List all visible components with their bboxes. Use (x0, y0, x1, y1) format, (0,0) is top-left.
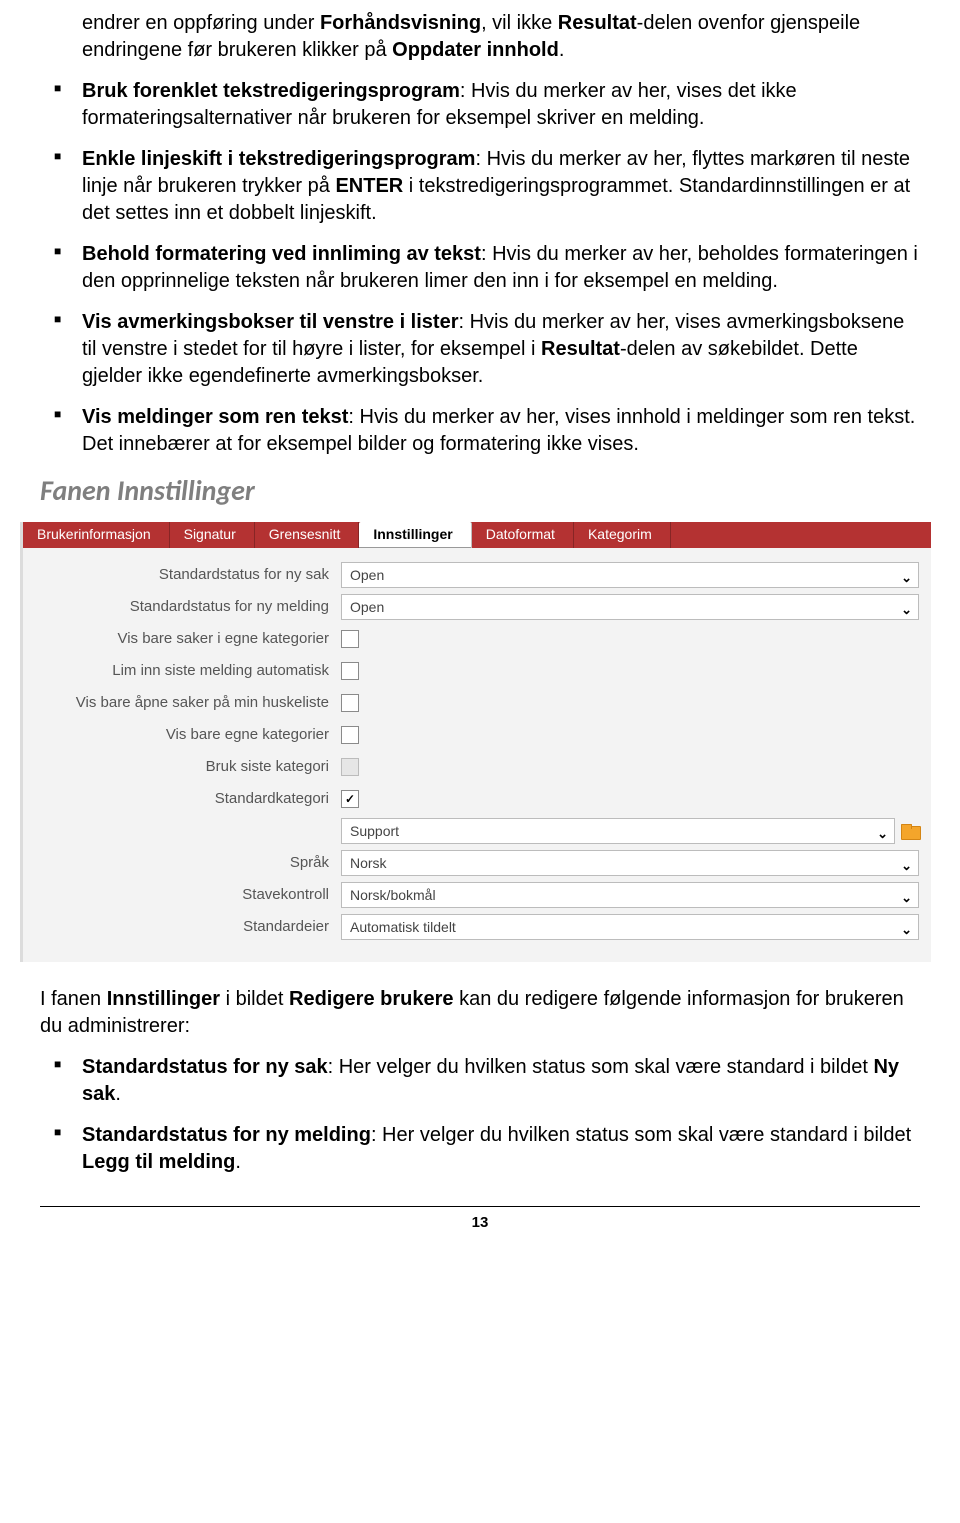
intro-after-ui: I fanen Innstillinger i bildet Redigere … (40, 986, 920, 1040)
list-item: Standardstatus for ny sak: Her velger du… (40, 1054, 920, 1108)
text-bold: Vis meldinger som ren tekst (82, 406, 348, 428)
select-standardeier[interactable]: Automatisk tildelt ⌄ (341, 914, 919, 940)
label: Vis bare saker i egne kategorier (23, 629, 341, 649)
text-bold: Enkle linjeskift i tekstredigeringsprogr… (82, 148, 475, 170)
text-bold: Redigere brukere (289, 988, 454, 1010)
row-vis-egne-kategorier: Vis bare egne kategorier (23, 720, 925, 750)
label: Standardeier (23, 917, 341, 937)
text-bold: Vis avmerkingsbokser til venstre i liste… (82, 311, 458, 333)
select-value: Open (350, 567, 384, 583)
row-standardstatus-melding: Standardstatus for ny melding Open ⌄ (23, 592, 925, 622)
text-bold: Behold formatering ved innliming av teks… (82, 243, 481, 265)
tabs-bar: Brukerinformasjon Signatur Grensesnitt I… (23, 522, 931, 548)
select-standardstatus-melding[interactable]: Open ⌄ (341, 594, 919, 620)
chevron-down-icon: ⌄ (901, 921, 912, 939)
settings-ui-screenshot: Brukerinformasjon Signatur Grensesnitt I… (20, 522, 931, 962)
text-bold: Innstillinger (107, 988, 220, 1010)
text: . (559, 39, 565, 61)
select-value: Support (350, 823, 399, 839)
select-value: Automatisk tildelt (350, 919, 456, 935)
chevron-down-icon: ⌄ (901, 889, 912, 907)
checkbox-disabled (341, 758, 359, 776)
text: : Her velger du hvilken status som skal … (371, 1124, 911, 1146)
tab-innstillinger[interactable]: Innstillinger (359, 522, 471, 548)
bullet-list-top: Bruk forenklet tekstredigeringsprogram: … (40, 78, 920, 458)
select-value: Norsk/bokmål (350, 887, 436, 903)
list-item: Enkle linjeskift i tekstredigeringsprogr… (40, 146, 920, 227)
select-sprak[interactable]: Norsk ⌄ (341, 850, 919, 876)
label: Lim inn siste melding automatisk (23, 661, 341, 681)
text-bold: Bruk forenklet tekstredigeringsprogram (82, 80, 460, 102)
settings-body: Standardstatus for ny sak Open ⌄ Standar… (23, 548, 931, 962)
text-bold: Resultat (558, 12, 637, 34)
list-item: Behold formatering ved innliming av teks… (40, 241, 920, 295)
row-standardkategori: Standardkategori (23, 784, 925, 814)
intro-continuation: endrer en oppføring under Forhåndsvisnin… (40, 10, 920, 64)
select-value: Open (350, 599, 384, 615)
text: : Her velger du hvilken status som skal … (328, 1056, 874, 1078)
page-number: 13 (40, 1206, 920, 1233)
select-standardstatus-sak[interactable]: Open ⌄ (341, 562, 919, 588)
select-kategori[interactable]: Support ⌄ (341, 818, 895, 844)
label: Vis bare egne kategorier (23, 725, 341, 745)
list-item: Vis avmerkingsbokser til venstre i liste… (40, 309, 920, 390)
row-bruk-siste-kategori: Bruk siste kategori (23, 752, 925, 782)
chevron-down-icon: ⌄ (901, 569, 912, 587)
row-vis-egne-kategorier-saker: Vis bare saker i egne kategorier (23, 624, 925, 654)
bullet-list-bottom: Standardstatus for ny sak: Her velger du… (40, 1054, 920, 1176)
text-bold: Standardstatus for ny sak (82, 1056, 328, 1078)
text-bold: ENTER (335, 175, 403, 197)
checkbox[interactable] (341, 662, 359, 680)
list-item: Bruk forenklet tekstredigeringsprogram: … (40, 78, 920, 132)
row-standardkategori-value: Support ⌄ (23, 816, 925, 846)
text-bold: Oppdater innhold (392, 39, 559, 61)
label: Standardstatus for ny sak (23, 565, 341, 585)
row-sprak: Språk Norsk ⌄ (23, 848, 925, 878)
chevron-down-icon: ⌄ (877, 825, 888, 843)
text: I fanen (40, 988, 107, 1010)
list-item: Vis meldinger som ren tekst: Hvis du mer… (40, 404, 920, 458)
list-item: Standardstatus for ny melding: Her velge… (40, 1122, 920, 1176)
row-standardstatus-sak: Standardstatus for ny sak Open ⌄ (23, 560, 925, 590)
folder-icon[interactable] (901, 824, 919, 838)
text: . (235, 1151, 241, 1173)
tab-signatur[interactable]: Signatur (170, 522, 255, 548)
text: endrer en oppføring under (82, 12, 320, 34)
text-bold: Forhåndsvisning (320, 12, 481, 34)
label: Bruk siste kategori (23, 757, 341, 777)
row-standardeier: Standardeier Automatisk tildelt ⌄ (23, 912, 925, 942)
checkbox-checked[interactable] (341, 790, 359, 808)
checkbox[interactable] (341, 694, 359, 712)
row-vis-apne-saker-huskeliste: Vis bare åpne saker på min huskeliste (23, 688, 925, 718)
tab-grensesnitt[interactable]: Grensesnitt (255, 522, 360, 548)
text: , vil ikke (481, 12, 558, 34)
checkbox[interactable] (341, 726, 359, 744)
text: i bildet (220, 988, 289, 1010)
text-bold: Standardstatus for ny melding (82, 1124, 371, 1146)
row-stavekontroll: Stavekontroll Norsk/bokmål ⌄ (23, 880, 925, 910)
checkbox[interactable] (341, 630, 359, 648)
select-value: Norsk (350, 855, 387, 871)
row-lim-inn-siste-melding: Lim inn siste melding automatisk (23, 656, 925, 686)
label: Standardkategori (23, 789, 341, 809)
label: Språk (23, 853, 341, 873)
chevron-down-icon: ⌄ (901, 857, 912, 875)
label: Vis bare åpne saker på min huskeliste (23, 693, 341, 713)
chevron-down-icon: ⌄ (901, 601, 912, 619)
text-bold: Legg til melding (82, 1151, 235, 1173)
label: Stavekontroll (23, 885, 341, 905)
select-stavekontroll[interactable]: Norsk/bokmål ⌄ (341, 882, 919, 908)
tab-brukerinformasjon[interactable]: Brukerinformasjon (23, 522, 170, 548)
section-heading: Fanen Innstillinger (40, 472, 920, 510)
label: Standardstatus for ny melding (23, 597, 341, 617)
text-bold: Resultat (541, 338, 620, 360)
tab-datoformat[interactable]: Datoformat (472, 522, 574, 548)
text: . (115, 1083, 121, 1105)
tab-kategorim[interactable]: Kategorim (574, 522, 671, 548)
